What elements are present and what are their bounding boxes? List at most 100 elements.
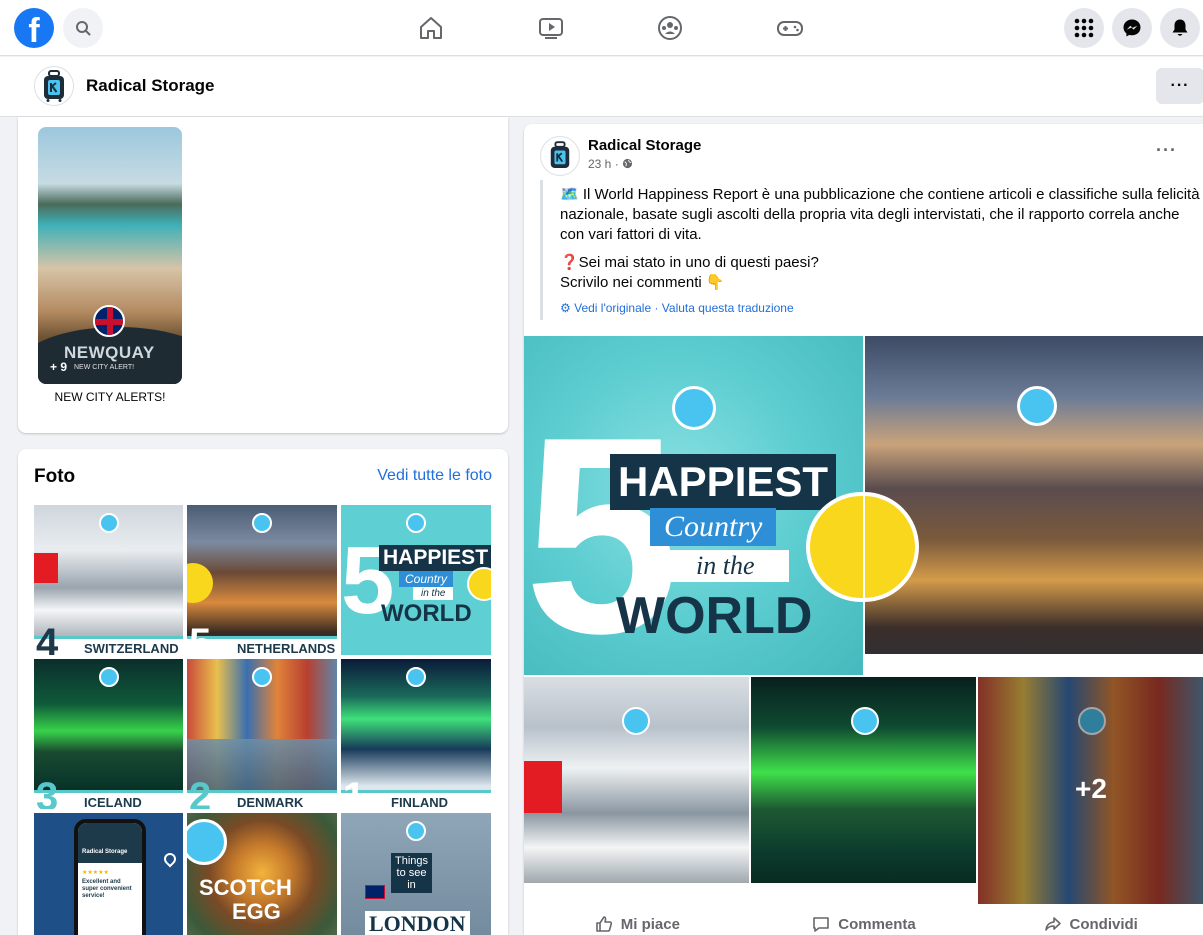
watch-tab[interactable] <box>535 12 567 44</box>
post-author-name[interactable]: Radical Storage <box>588 137 701 154</box>
suitcase-logo-icon <box>550 141 570 168</box>
see-all-photos-link[interactable]: Vedi tutte le foto <box>377 467 492 485</box>
post-card: Radical Storage 23 h · ··· 🗺️ Il World H… <box>524 124 1203 935</box>
post-paragraph: Scrivilo nei commenti 👇 <box>560 274 725 291</box>
share-button[interactable]: Condividi <box>977 904 1203 935</box>
post-timestamp[interactable]: 23 h · <box>588 157 633 171</box>
search-button[interactable] <box>63 8 103 48</box>
post-photo-city[interactable] <box>865 336 1203 675</box>
brand-logo-icon <box>98 667 119 687</box>
search-icon <box>76 21 91 36</box>
notifications-button[interactable] <box>1160 8 1200 48</box>
tile-number: 3 <box>36 775 59 809</box>
brand-logo-icon <box>622 707 650 735</box>
smiley-icon <box>865 492 919 602</box>
photo-tile[interactable]: 5 HAPPIEST Country in the WORLD <box>341 505 491 655</box>
brand-logo-icon <box>851 707 879 735</box>
story-caption[interactable]: NEW CITY ALERTS! <box>38 390 182 404</box>
comment-button[interactable]: Commenta <box>751 904 978 935</box>
post-photo-iceland[interactable] <box>751 677 976 904</box>
tile-subline: in the <box>413 587 454 600</box>
like-label: Mi piace <box>620 915 680 933</box>
brand-logo-icon <box>406 513 426 533</box>
post-paragraph: 🗺️ Il World Happiness Report è una pubbl… <box>560 186 1200 243</box>
tile-line: in <box>407 879 416 891</box>
home-tab[interactable] <box>415 12 447 44</box>
page-more-button[interactable]: ··· <box>1156 68 1203 104</box>
phone-header <box>78 823 142 863</box>
groups-tab[interactable] <box>654 12 686 44</box>
tile-subline: Country <box>399 571 454 587</box>
tile-title: Things to see in <box>391 853 433 893</box>
brand-logo-icon <box>1017 386 1057 426</box>
menu-button[interactable] <box>1064 8 1104 48</box>
page-title[interactable]: Radical Storage <box>86 76 215 96</box>
torn-paper-edge <box>751 883 976 904</box>
photo-grid: SWITZERLAND 4 NETHERLANDS 5 5 HAPPIEST C… <box>34 505 491 935</box>
notifications-icon <box>1172 19 1188 36</box>
facebook-logo[interactable]: f <box>14 8 54 48</box>
story-city: NEWQUAY <box>64 343 155 362</box>
phone-mockup: Radical Storage ★★★★★ Excellent and supe… <box>74 819 146 935</box>
photo-tile[interactable]: SWITZERLAND 4 <box>34 505 183 655</box>
photo-tile[interactable]: NETHERLANDS 5 <box>187 505 337 655</box>
photo-tile[interactable]: Radical Storage ★★★★★ Excellent and supe… <box>34 813 183 935</box>
story-thumbnail[interactable]: NEWQUAY + 9 NEW CITY ALERT! <box>38 127 182 384</box>
gaming-tab[interactable] <box>774 12 806 44</box>
brand-logo-icon <box>252 667 272 687</box>
post-paragraph: ❓Sei mai stato in uno di questi paesi? <box>560 254 819 271</box>
page-header: Radical Storage ··· <box>0 57 1203 117</box>
swiss-flag-icon <box>34 553 58 583</box>
watch-icon <box>539 18 563 39</box>
photo-tile[interactable]: Things to see in LONDON <box>341 813 491 935</box>
tile-title: SCOTCH <box>199 875 292 900</box>
gear-icon: ⚙ <box>560 301 571 315</box>
post-text: 🗺️ Il World Happiness Report è una pubbl… <box>560 185 1200 293</box>
tile-title: LONDON <box>365 911 470 935</box>
comment-label: Commenta <box>838 915 916 933</box>
translation-links[interactable]: ⚙ Vedi l'originale · Valuta questa tradu… <box>560 301 794 315</box>
post-quote-bar <box>540 180 543 320</box>
post-photo-denmark[interactable]: +2 <box>978 677 1203 904</box>
brand-logo-icon <box>406 821 426 841</box>
menu-grid-icon <box>1074 18 1094 38</box>
like-button[interactable]: Mi piace <box>524 904 751 935</box>
uk-flag-icon <box>93 305 125 337</box>
torn-paper-edge <box>524 883 749 904</box>
brand-logo-icon <box>98 513 119 533</box>
hero-headline: HAPPIEST <box>610 454 837 510</box>
gaming-icon <box>777 21 803 36</box>
brand-logo-icon <box>252 513 272 533</box>
photo-tile[interactable]: SCOTCH EGG <box>187 813 337 935</box>
photos-title: Foto <box>34 466 76 487</box>
post-options-button[interactable]: ··· <box>1156 140 1177 161</box>
groups-icon <box>658 16 682 40</box>
tile-title: EGG <box>232 899 281 924</box>
photo-tile[interactable]: FINLAND 1 <box>341 659 491 809</box>
hero-subline: in the <box>662 550 789 582</box>
review-stars: ★★★★★ <box>82 870 109 876</box>
home-icon <box>420 17 442 39</box>
smiley-icon <box>467 567 491 601</box>
globe-icon <box>622 158 633 169</box>
photo-tile[interactable]: ICELAND 3 <box>34 659 183 809</box>
post-photo-switzerland[interactable] <box>524 677 749 904</box>
swiss-flag-icon <box>524 761 562 813</box>
page-avatar[interactable] <box>34 66 74 106</box>
photo-tile[interactable]: DENMARK 2 <box>187 659 337 809</box>
post-photo-main[interactable]: 5 HAPPIEST Country in the WORLD <box>524 336 863 675</box>
more-photos-count: +2 <box>1075 773 1107 804</box>
tile-line: to see <box>396 867 427 879</box>
location-pin-icon <box>161 850 179 868</box>
hero-subline: WORLD <box>616 587 813 645</box>
thumbs-up-icon <box>595 916 612 932</box>
hero-subline: Country <box>650 508 777 546</box>
post-actions: Mi piace Commenta Condividi <box>524 904 1203 935</box>
messenger-button[interactable] <box>1112 8 1152 48</box>
story-tag: NEW CITY ALERT! <box>74 364 135 371</box>
post-time-text: 23 h · <box>588 157 619 171</box>
comment-icon <box>813 917 830 932</box>
messenger-icon <box>1123 19 1141 37</box>
tile-headline: HAPPIEST <box>379 545 491 571</box>
post-author-avatar[interactable] <box>540 136 580 176</box>
